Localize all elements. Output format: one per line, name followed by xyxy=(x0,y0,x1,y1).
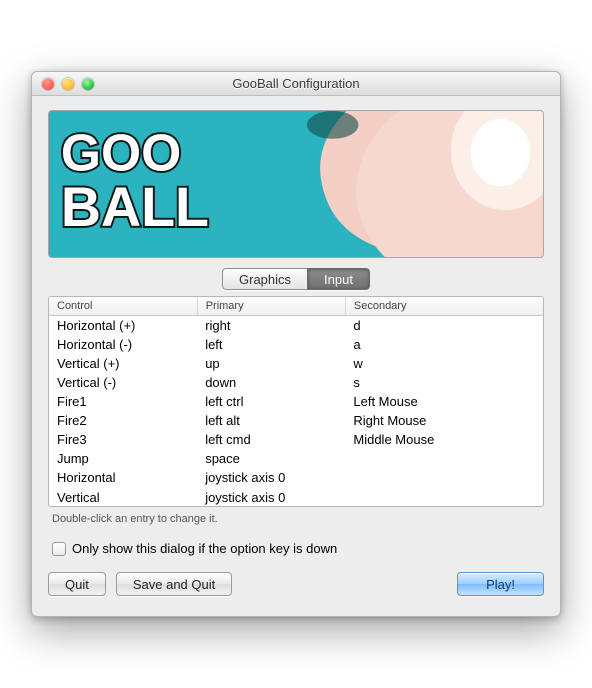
cell-control[interactable]: Horizontal xyxy=(49,468,197,487)
cell-primary[interactable]: left cmd xyxy=(197,430,345,449)
cell-control[interactable]: Horizontal (+) xyxy=(49,316,197,336)
cell-secondary[interactable]: Middle Mouse xyxy=(345,430,543,449)
col-control[interactable]: Control xyxy=(49,297,197,316)
cell-secondary[interactable] xyxy=(345,487,543,506)
cell-secondary[interactable]: a xyxy=(345,335,543,354)
table-row[interactable]: Verticaljoystick axis 0 xyxy=(49,487,543,506)
cell-primary[interactable]: left alt xyxy=(197,411,345,430)
cell-control[interactable]: Jump xyxy=(49,449,197,468)
table-row[interactable]: Fire2left altRight Mouse xyxy=(49,411,543,430)
cell-primary[interactable]: down xyxy=(197,373,345,392)
cell-control[interactable]: Horizontal (-) xyxy=(49,335,197,354)
titlebar[interactable]: GooBall Configuration xyxy=(32,72,560,96)
cell-control[interactable]: Vertical (+) xyxy=(49,354,197,373)
quit-button[interactable]: Quit xyxy=(48,572,106,596)
table-row[interactable]: Horizontal (-)lefta xyxy=(49,335,543,354)
cell-secondary[interactable] xyxy=(345,449,543,468)
cell-primary[interactable]: joystick axis 0 xyxy=(197,468,345,487)
minimize-icon[interactable] xyxy=(62,78,74,90)
table-row[interactable]: Vertical (+)upw xyxy=(49,354,543,373)
table-hint: Double-click an entry to change it. xyxy=(48,507,544,527)
cell-control[interactable]: Fire3 xyxy=(49,430,197,449)
play-button[interactable]: Play! xyxy=(457,572,544,596)
cell-primary[interactable]: left ctrl xyxy=(197,392,345,411)
cell-control[interactable]: Fire2 xyxy=(49,411,197,430)
tab-bar: Graphics Input xyxy=(48,268,544,290)
cell-primary[interactable]: up xyxy=(197,354,345,373)
cell-primary[interactable]: space xyxy=(197,449,345,468)
only-show-option-label: Only show this dialog if the option key … xyxy=(72,541,337,556)
only-show-option-checkbox[interactable] xyxy=(52,542,66,556)
window-content: GOO BALL Graphics Input Control Primary … xyxy=(32,96,560,616)
table-row[interactable]: Jumpspace xyxy=(49,449,543,468)
button-row: Quit Save and Quit Play! xyxy=(48,572,544,596)
svg-text:BALL: BALL xyxy=(61,176,209,238)
cell-control[interactable]: Fire1 xyxy=(49,392,197,411)
col-primary[interactable]: Primary xyxy=(197,297,345,316)
config-window: GooBall Configuration GOO BALL Graphics … xyxy=(31,71,561,617)
cell-primary[interactable]: right xyxy=(197,316,345,336)
col-secondary[interactable]: Secondary xyxy=(345,297,543,316)
cell-secondary[interactable]: s xyxy=(345,373,543,392)
save-and-quit-button[interactable]: Save and Quit xyxy=(116,572,232,596)
traffic-lights xyxy=(32,78,94,90)
svg-text:GOO: GOO xyxy=(61,124,181,182)
input-bindings-table: Control Primary Secondary Horizontal (+)… xyxy=(48,296,544,507)
cell-secondary[interactable]: Left Mouse xyxy=(345,392,543,411)
cell-secondary[interactable]: w xyxy=(345,354,543,373)
table-row[interactable]: Fire3left cmdMiddle Mouse xyxy=(49,430,543,449)
window-title: GooBall Configuration xyxy=(32,76,560,91)
table-row[interactable]: Horizontal (+)rightd xyxy=(49,316,543,336)
banner-image: GOO BALL xyxy=(48,110,544,258)
tab-input[interactable]: Input xyxy=(307,268,370,290)
table-row[interactable]: Fire1left ctrlLeft Mouse xyxy=(49,392,543,411)
close-icon[interactable] xyxy=(42,78,54,90)
cell-control[interactable]: Vertical (-) xyxy=(49,373,197,392)
cell-secondary[interactable] xyxy=(345,468,543,487)
cell-secondary[interactable]: d xyxy=(345,316,543,336)
cell-primary[interactable]: joystick axis 0 xyxy=(197,487,345,506)
only-show-option-row[interactable]: Only show this dialog if the option key … xyxy=(48,541,544,556)
tab-graphics[interactable]: Graphics xyxy=(222,268,307,290)
table-row[interactable]: Vertical (-)downs xyxy=(49,373,543,392)
table-row[interactable]: Horizontaljoystick axis 0 xyxy=(49,468,543,487)
cell-control[interactable]: Vertical xyxy=(49,487,197,506)
cell-secondary[interactable]: Right Mouse xyxy=(345,411,543,430)
zoom-icon[interactable] xyxy=(82,78,94,90)
cell-primary[interactable]: left xyxy=(197,335,345,354)
